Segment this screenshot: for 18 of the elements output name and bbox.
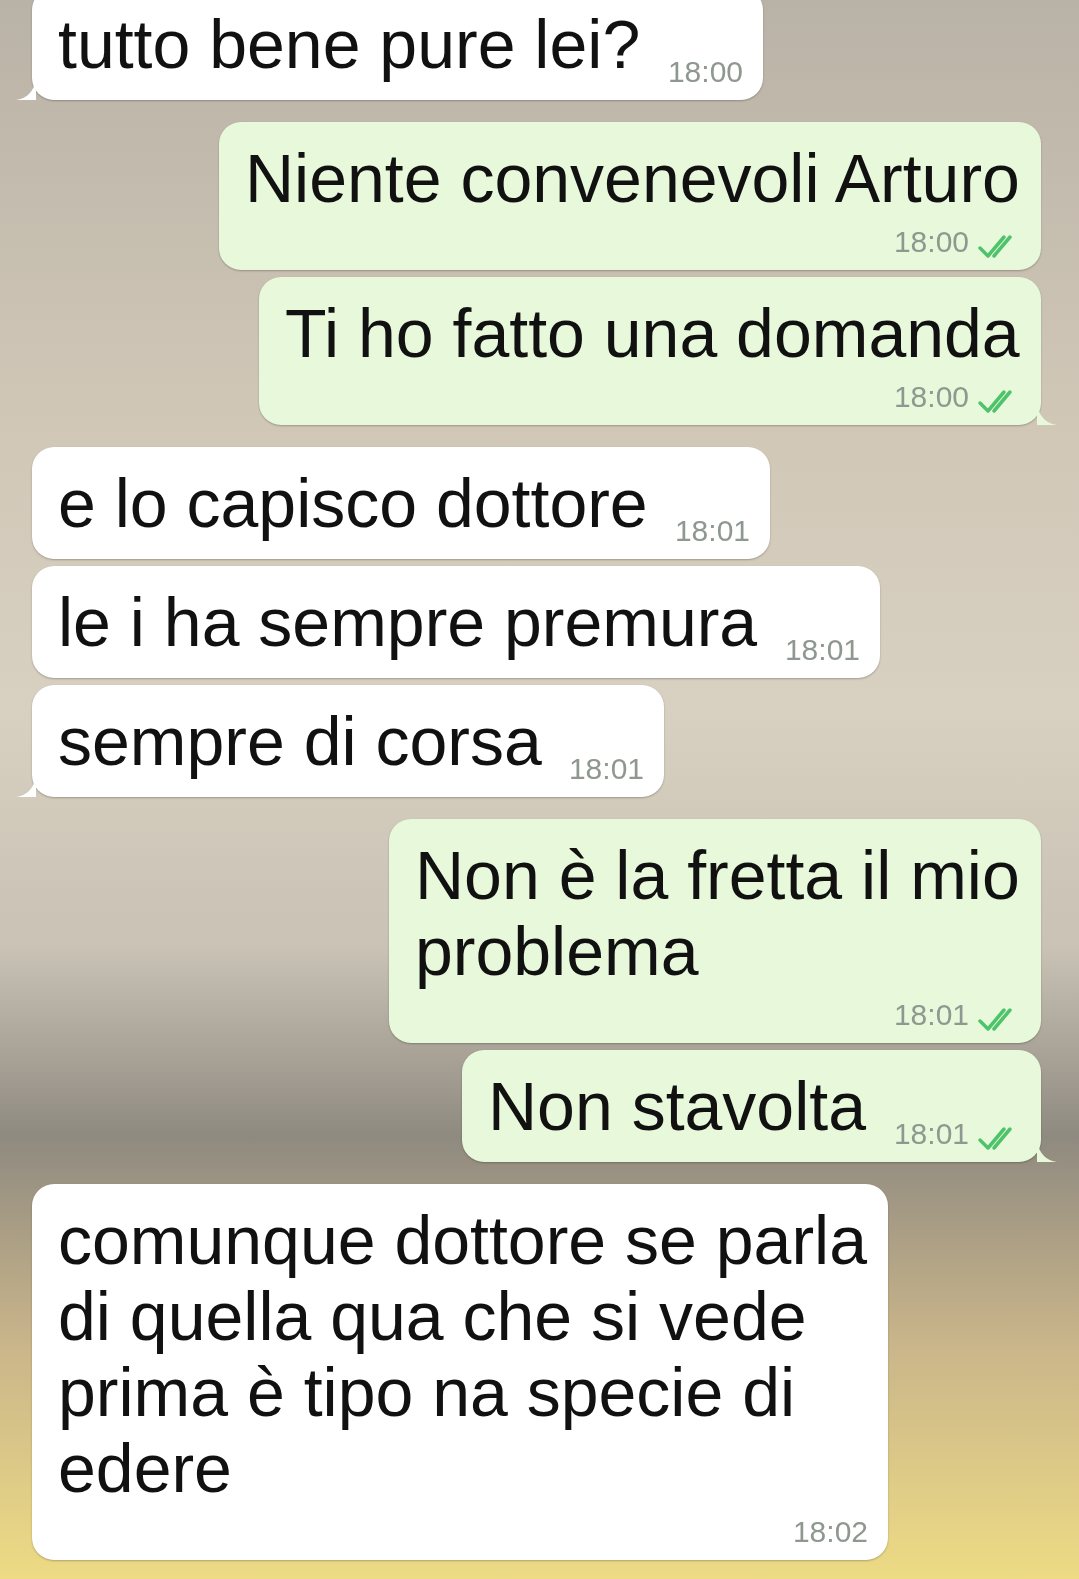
message-time: 18:00 [893,224,969,260]
message-time: 18:01 [784,632,860,668]
message-time: 18:01 [568,751,644,787]
message-time: 18:00 [893,379,969,415]
message-text: Non stavolta [488,1068,866,1144]
message-text: le i ha sempre premura [58,584,758,660]
message-text: e lo capisco dottore [58,465,648,541]
message-text: tutto bene pure lei? [58,6,641,82]
message-time: 18:00 [667,54,743,90]
message-time: 18:01 [893,1116,969,1152]
message-time: 18:02 [792,1514,868,1550]
message-text: comunque dottore se parla di quella qua che si vede prima è tipo na specie di edere [58,1202,868,1506]
message-text: Niente convenevoli Arturo [245,140,1020,216]
message-text: sempre di corsa [58,703,542,779]
message-text: Ti ho fatto una domanda [285,295,1020,371]
message-time: 18:01 [893,997,969,1033]
message-text: Non è la fretta il mio problema [415,837,1021,989]
message-time: 18:01 [674,513,750,549]
